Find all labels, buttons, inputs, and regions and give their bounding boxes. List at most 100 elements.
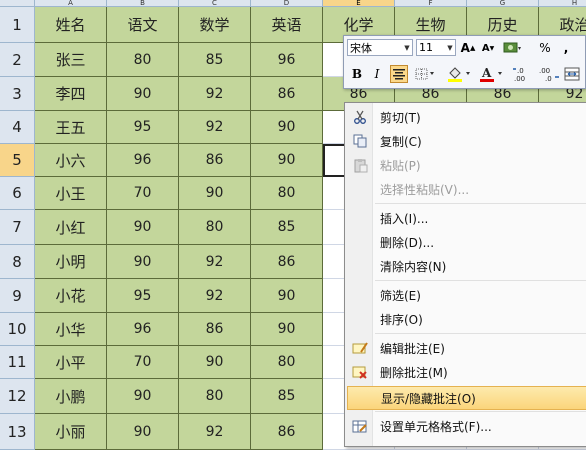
score-cell[interactable]: 95 bbox=[107, 111, 179, 144]
menu-item[interactable]: 清除内容(N) bbox=[347, 254, 586, 278]
column-header-c[interactable]: C bbox=[179, 0, 251, 7]
fill-color-button[interactable] bbox=[446, 65, 474, 83]
score-cell[interactable]: 92 bbox=[179, 279, 251, 313]
menu-item[interactable]: 显示/隐藏批注(O) bbox=[347, 386, 586, 410]
row-header-5[interactable]: 5 bbox=[0, 144, 35, 177]
score-cell[interactable]: 92 bbox=[179, 77, 251, 111]
menu-item[interactable]: 复制(C) bbox=[347, 129, 586, 153]
score-cell[interactable]: 95 bbox=[107, 279, 179, 313]
score-cell[interactable]: 96 bbox=[107, 313, 179, 346]
accounting-format-button[interactable] bbox=[501, 39, 525, 57]
column-header-d[interactable]: D bbox=[251, 0, 323, 7]
score-cell[interactable]: 85 bbox=[251, 210, 323, 245]
score-cell[interactable]: 70 bbox=[107, 177, 179, 210]
column-header-b[interactable]: B bbox=[107, 0, 179, 7]
score-cell[interactable]: 90 bbox=[179, 177, 251, 210]
score-cell[interactable]: 92 bbox=[179, 111, 251, 144]
score-cell[interactable]: 86 bbox=[251, 245, 323, 279]
row-header-7[interactable]: 7 bbox=[0, 210, 35, 245]
chevron-down-icon[interactable]: ▼ bbox=[445, 44, 455, 52]
column-header-a[interactable]: A bbox=[35, 0, 107, 7]
font-color-button[interactable]: A bbox=[478, 65, 506, 83]
menu-item[interactable]: 排序(O) bbox=[347, 307, 586, 331]
column-header-h[interactable]: H bbox=[539, 0, 586, 7]
name-cell[interactable]: 王五 bbox=[35, 111, 107, 144]
score-cell[interactable]: 92 bbox=[179, 414, 251, 450]
name-cell[interactable]: 张三 bbox=[35, 43, 107, 77]
score-cell[interactable]: 90 bbox=[179, 346, 251, 379]
row-header-10[interactable]: 10 bbox=[0, 313, 35, 346]
score-cell[interactable]: 86 bbox=[179, 144, 251, 177]
name-cell[interactable]: 小丽 bbox=[35, 414, 107, 450]
score-cell[interactable]: 90 bbox=[107, 379, 179, 414]
header-cell[interactable]: 语文 bbox=[107, 7, 179, 43]
name-cell[interactable]: 小明 bbox=[35, 245, 107, 279]
row-header-8[interactable]: 8 bbox=[0, 245, 35, 279]
name-cell[interactable]: 小红 bbox=[35, 210, 107, 245]
increase-decimal-button[interactable]: .0 .00 bbox=[511, 65, 535, 83]
row-header-9[interactable]: 9 bbox=[0, 279, 35, 313]
name-cell[interactable]: 李四 bbox=[35, 77, 107, 111]
score-cell[interactable]: 96 bbox=[251, 43, 323, 77]
score-cell[interactable]: 90 bbox=[107, 77, 179, 111]
column-header-g[interactable]: G bbox=[467, 0, 539, 7]
name-cell[interactable]: 小平 bbox=[35, 346, 107, 379]
italic-button[interactable]: I bbox=[368, 65, 386, 83]
center-align-button[interactable] bbox=[390, 65, 408, 83]
score-cell[interactable]: 86 bbox=[251, 77, 323, 111]
name-cell[interactable]: 小华 bbox=[35, 313, 107, 346]
score-cell[interactable]: 92 bbox=[179, 245, 251, 279]
score-cell[interactable]: 90 bbox=[107, 414, 179, 450]
column-header-f[interactable]: F bbox=[395, 0, 467, 7]
bold-button[interactable]: B bbox=[348, 65, 366, 83]
decrease-decimal-button[interactable]: .00 .0 bbox=[537, 65, 561, 83]
row-header-11[interactable]: 11 bbox=[0, 346, 35, 379]
menu-item[interactable]: 剪切(T) bbox=[347, 105, 586, 129]
score-cell[interactable]: 90 bbox=[107, 245, 179, 279]
score-cell[interactable]: 70 bbox=[107, 346, 179, 379]
row-header-3[interactable]: 3 bbox=[0, 77, 35, 111]
menu-item[interactable]: 选择性粘贴(V)... bbox=[347, 177, 586, 201]
score-cell[interactable]: 80 bbox=[179, 379, 251, 414]
score-cell[interactable]: 90 bbox=[107, 210, 179, 245]
name-cell[interactable]: 小六 bbox=[35, 144, 107, 177]
menu-item[interactable]: 筛选(E) bbox=[347, 283, 586, 307]
score-cell[interactable]: 80 bbox=[251, 177, 323, 210]
row-header-13[interactable]: 13 bbox=[0, 414, 35, 450]
header-cell[interactable]: 数学 bbox=[179, 7, 251, 43]
score-cell[interactable]: 80 bbox=[251, 346, 323, 379]
menu-item[interactable]: 删除(D)... bbox=[347, 230, 586, 254]
menu-item[interactable]: 删除批注(M) bbox=[347, 360, 586, 384]
score-cell[interactable]: 85 bbox=[251, 379, 323, 414]
name-cell[interactable]: 小鹏 bbox=[35, 379, 107, 414]
row-header-4[interactable]: 4 bbox=[0, 111, 35, 144]
chevron-down-icon[interactable]: ▼ bbox=[402, 44, 412, 52]
name-cell[interactable]: 小花 bbox=[35, 279, 107, 313]
row-header-6[interactable]: 6 bbox=[0, 177, 35, 210]
score-cell[interactable]: 90 bbox=[251, 313, 323, 346]
score-cell[interactable]: 86 bbox=[179, 313, 251, 346]
score-cell[interactable]: 90 bbox=[251, 144, 323, 177]
name-cell[interactable]: 小王 bbox=[35, 177, 107, 210]
header-cell[interactable]: 英语 bbox=[251, 7, 323, 43]
shrink-font-button[interactable]: A ▼ bbox=[479, 39, 497, 57]
score-cell[interactable]: 85 bbox=[179, 43, 251, 77]
menu-item[interactable]: 设置单元格格式(F)... bbox=[347, 414, 586, 438]
score-cell[interactable]: 90 bbox=[251, 279, 323, 313]
menu-item[interactable]: 编辑批注(E) bbox=[347, 336, 586, 360]
score-cell[interactable]: 96 bbox=[107, 144, 179, 177]
grow-font-button[interactable]: A ▲ bbox=[459, 39, 477, 57]
score-cell[interactable]: 90 bbox=[251, 111, 323, 144]
row-header-1[interactable]: 1 bbox=[0, 7, 35, 43]
row-header-12[interactable]: 12 bbox=[0, 379, 35, 414]
menu-item[interactable]: 插入(I)... bbox=[347, 206, 586, 230]
menu-item[interactable]: 粘贴(P) bbox=[347, 153, 586, 177]
row-header-2[interactable]: 2 bbox=[0, 43, 35, 77]
percent-button[interactable]: % bbox=[536, 39, 554, 57]
column-header-e[interactable]: E bbox=[323, 0, 395, 7]
header-cell[interactable]: 姓名 bbox=[35, 7, 107, 43]
font-name-combo[interactable]: 宋体 ▼ bbox=[347, 39, 413, 56]
comma-button[interactable]: , bbox=[557, 39, 575, 57]
score-cell[interactable]: 86 bbox=[251, 414, 323, 450]
select-all-corner[interactable] bbox=[0, 0, 35, 7]
